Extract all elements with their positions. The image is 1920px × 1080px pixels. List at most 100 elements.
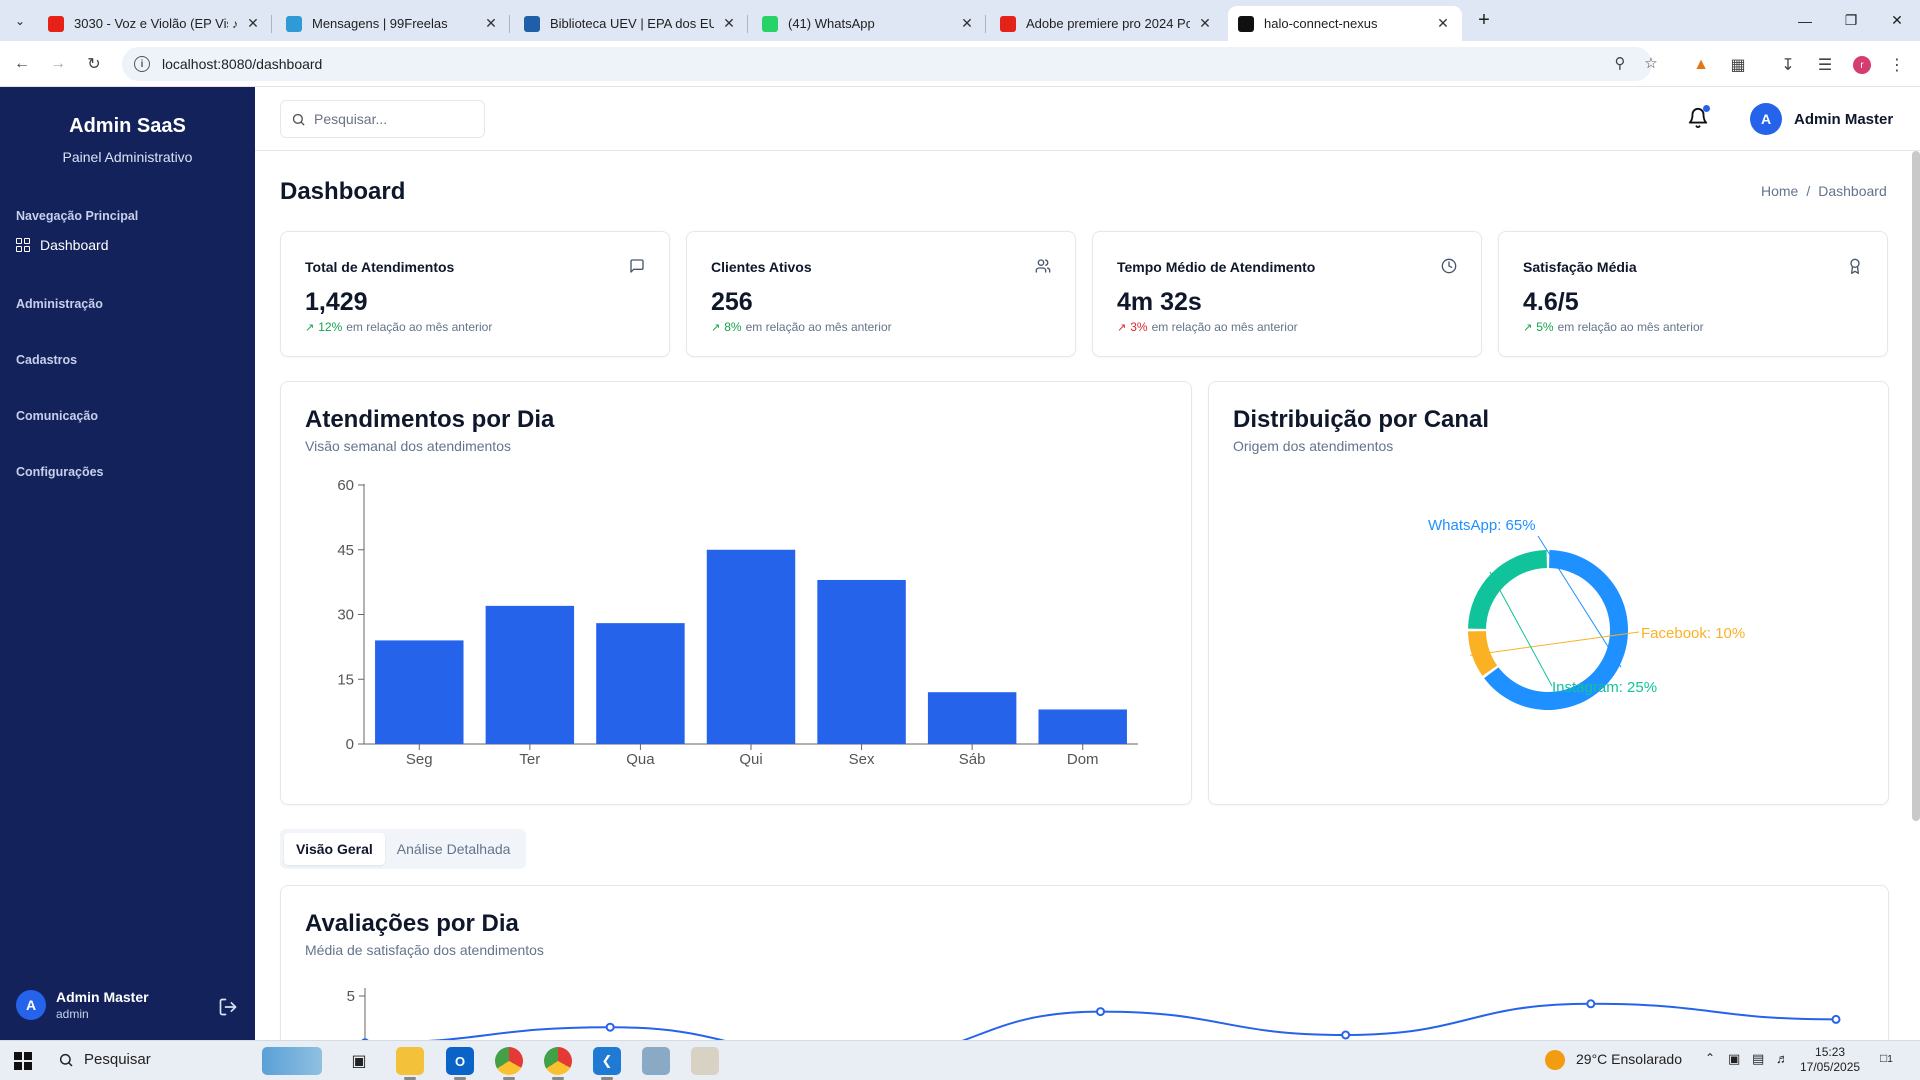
stat-label: Tempo Médio de Atendimento (1117, 259, 1316, 275)
award-icon (1850, 258, 1860, 274)
close-window-button[interactable]: ✕ (1874, 0, 1920, 41)
stat-value: 256 (711, 288, 753, 316)
chrome-profile-icon[interactable] (544, 1047, 572, 1080)
slice-label: Facebook: 10% (1641, 625, 1745, 642)
browser-menu-icon[interactable]: ⋮ (1884, 52, 1910, 78)
stat-change: ↗ 3% em relação ao mês anterior (1117, 320, 1298, 334)
tabs-list: Visão Geral Análise Detalhada (280, 829, 527, 869)
stat-label: Clientes Ativos (711, 259, 812, 275)
taskbar-search[interactable]: Pesquisar (58, 1051, 151, 1068)
tab-close-icon[interactable]: ✕ (1196, 15, 1214, 32)
tab-separator (271, 15, 272, 33)
clock[interactable]: 15:23 17/05/2025 (1800, 1045, 1860, 1075)
new-tab-button[interactable]: + (1470, 8, 1498, 34)
users-icon (1035, 259, 1051, 273)
logout-icon[interactable] (218, 997, 238, 1017)
line-point (1586, 999, 1596, 1009)
tab-separator (509, 15, 510, 33)
browser-tab[interactable]: Mensagens | 99Freelas ✕ (276, 6, 510, 41)
sidebar: Admin SaaS Painel Administrativo Navegaç… (0, 87, 255, 1040)
browser-tab-title: 3030 - Voz e Violão (EP Visu (74, 16, 228, 31)
page-scrollbar[interactable] (1912, 151, 1920, 821)
address-bar[interactable]: i localhost:8080/dashboard (122, 47, 1652, 81)
stat-change: ↗ 12% em relação ao mês anterior (305, 320, 492, 334)
profile-avatar[interactable]: r (1849, 52, 1875, 78)
browser-tab[interactable]: (41) WhatsApp ✕ (752, 6, 986, 41)
outlook-icon[interactable]: O (446, 1047, 474, 1080)
restore-button[interactable]: ❐ (1828, 0, 1874, 41)
bar (817, 579, 906, 744)
trend-arrow-icon: ↗ (1117, 321, 1127, 334)
browser-tab[interactable]: Biblioteca UEV | EPA dos EUA ✕ (514, 6, 748, 41)
clock-time: 15:23 (1815, 1045, 1846, 1059)
weather-text[interactable]: 29°C Ensolarado (1576, 1051, 1682, 1067)
browser-tab-bar: ⌄ 3030 - Voz e Violão (EP Visu ♪ ✕ Mensagen… (0, 0, 1920, 41)
site-info-icon[interactable]: i (134, 56, 150, 72)
x-tick-label: Qui (739, 751, 762, 768)
bar (596, 623, 685, 744)
vscode-icon[interactable]: ❮ (593, 1047, 621, 1080)
bar (485, 605, 575, 744)
volume-icon[interactable]: ♬ (1776, 1051, 1789, 1066)
search-placeholder: Pesquisar... (314, 111, 388, 127)
trend-up-icon: ↗ (1523, 321, 1533, 334)
avatar: A (1750, 103, 1782, 135)
reload-icon[interactable]: ↻ (80, 50, 108, 78)
browser-tab[interactable]: 3030 - Voz e Violão (EP Visu ♪ ✕ (38, 6, 272, 41)
minimize-button[interactable]: — (1782, 0, 1828, 41)
brand-subtitle: Painel Administrativo (62, 149, 193, 165)
network-icon[interactable]: ▤ (1752, 1051, 1764, 1067)
search-icon (59, 1053, 73, 1067)
tray-chevron-icon[interactable]: ⌃ (1705, 1051, 1715, 1065)
nav-section-cadastros[interactable]: Cadastros (16, 353, 77, 367)
chrome-icon[interactable] (495, 1047, 523, 1080)
tab-close-icon[interactable]: ✕ (1434, 15, 1452, 32)
metamask-extension-icon[interactable]: ▲ (1688, 52, 1714, 78)
back-arrow-icon[interactable]: ← (8, 50, 36, 78)
tab-separator (747, 15, 748, 33)
extensions-puzzle-icon[interactable]: ▦ (1725, 52, 1751, 78)
nav-section-configuracoes[interactable]: Configurações (16, 465, 104, 479)
browser-tab[interactable]: Adobe premiere pro 2024 Portu ✕ (990, 6, 1224, 41)
nav-section-administracao[interactable]: Administração (16, 297, 103, 311)
tab-close-icon[interactable]: ✕ (482, 15, 500, 32)
media-control-icon[interactable]: ☰ (1812, 52, 1838, 78)
tab-analise-detalhada[interactable]: Análise Detalhada (385, 833, 523, 865)
trend-up-icon: ↗ (305, 321, 315, 334)
youtube-icon (1000, 15, 1016, 32)
task-view-icon[interactable]: ▣ (345, 1047, 373, 1075)
breadcrumb-home[interactable]: Home (1761, 183, 1798, 199)
message-square-icon (630, 259, 644, 273)
tab-audio-icon[interactable]: ♪ (232, 17, 238, 31)
tab-close-icon[interactable]: ✕ (720, 15, 738, 32)
paint-icon[interactable] (691, 1047, 719, 1075)
bookmark-star-icon[interactable]: ☆ (1642, 55, 1660, 73)
forward-arrow-icon[interactable]: → (44, 50, 72, 78)
file-explorer-icon[interactable] (396, 1047, 424, 1080)
header-user-menu[interactable]: A Admin Master (1750, 103, 1893, 135)
notification-center-icon[interactable]: □1 (1880, 1051, 1893, 1065)
windows-start-icon[interactable] (14, 1052, 32, 1070)
page-title: Dashboard (280, 178, 406, 205)
tab-close-icon[interactable]: ✕ (244, 15, 262, 32)
download-icon[interactable]: ↧ (1775, 52, 1801, 78)
stat-change: ↗ 8% em relação ao mês anterior (711, 320, 892, 334)
nav-section-comunicacao[interactable]: Comunicação (16, 409, 98, 423)
browser-tab[interactable]: halo-connect-nexus ✕ (1228, 6, 1462, 41)
tab-close-icon[interactable]: ✕ (958, 15, 976, 32)
nav-section-main: Navegação Principal (16, 209, 139, 223)
trend-up-icon: ↗ (711, 321, 721, 334)
sidebar-item-dashboard[interactable]: Dashboard (16, 237, 109, 253)
tab-search-chevron-icon[interactable]: ⌄ (8, 9, 32, 33)
search-input[interactable]: Pesquisar... (280, 100, 485, 138)
tab-separator (985, 15, 986, 33)
tray-app-icon[interactable]: ▣ (1728, 1051, 1740, 1067)
tab-visao-geral[interactable]: Visão Geral (284, 833, 385, 865)
stat-change-suffix: em relação ao mês anterior (346, 320, 493, 334)
password-key-icon[interactable]: ⚲ (1611, 55, 1629, 73)
url-text: localhost:8080/dashboard (162, 56, 323, 72)
taskbar-widget-image[interactable] (262, 1047, 322, 1075)
app-icon[interactable] (642, 1047, 670, 1075)
stat-change-suffix: em relação ao mês anterior (1151, 320, 1298, 334)
weather-sun-icon[interactable] (1545, 1050, 1565, 1070)
